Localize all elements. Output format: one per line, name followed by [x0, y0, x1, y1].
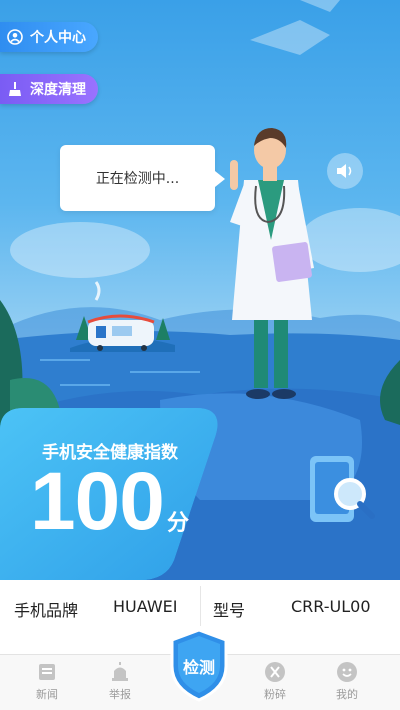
score-unit: 分 [167, 511, 190, 536]
personal-center-label: 个人中心 [30, 30, 86, 46]
tab-news-label: 新闻 [36, 688, 58, 701]
tab-profile-label: 我的 [336, 688, 358, 701]
report-icon [112, 662, 128, 681]
status-text: 正在检测中... [95, 171, 180, 187]
speaker-button[interactable] [327, 153, 363, 189]
model-label: 型号 [213, 601, 246, 620]
personal-center-button[interactable]: 个人中心 [0, 22, 98, 52]
hero-section: 个人中心 深度清理 正在检测中... 手机安全健康指数 100 分 [0, 0, 400, 580]
tab-report-label: 举报 [109, 688, 131, 701]
tab-report[interactable]: 举报 [90, 661, 150, 702]
profile-icon [337, 662, 357, 682]
model-value: CRR-UL00 [291, 597, 371, 616]
tab-detect-label: 检测 [182, 658, 215, 677]
brand-label: 手机品牌 [14, 601, 79, 620]
deep-clean-button[interactable]: 深度清理 [0, 74, 98, 104]
tab-profile[interactable]: 我的 [317, 661, 377, 702]
status-bubble: 正在检测中... [60, 145, 225, 211]
phone-search-icon [310, 456, 375, 522]
speaker-icon [337, 164, 352, 178]
deep-clean-label: 深度清理 [30, 82, 86, 98]
tab-shred[interactable]: 粉碎 [245, 661, 305, 702]
shred-icon [265, 662, 285, 682]
score-value: 100 [30, 456, 165, 547]
info-divider [200, 586, 201, 626]
tab-news[interactable]: 新闻 [17, 661, 77, 702]
broom-icon [6, 80, 24, 98]
news-icon [39, 664, 55, 680]
brand-value: HUAWEI [113, 597, 178, 616]
user-circle-icon [6, 28, 24, 46]
tab-shred-label: 粉碎 [264, 688, 286, 701]
